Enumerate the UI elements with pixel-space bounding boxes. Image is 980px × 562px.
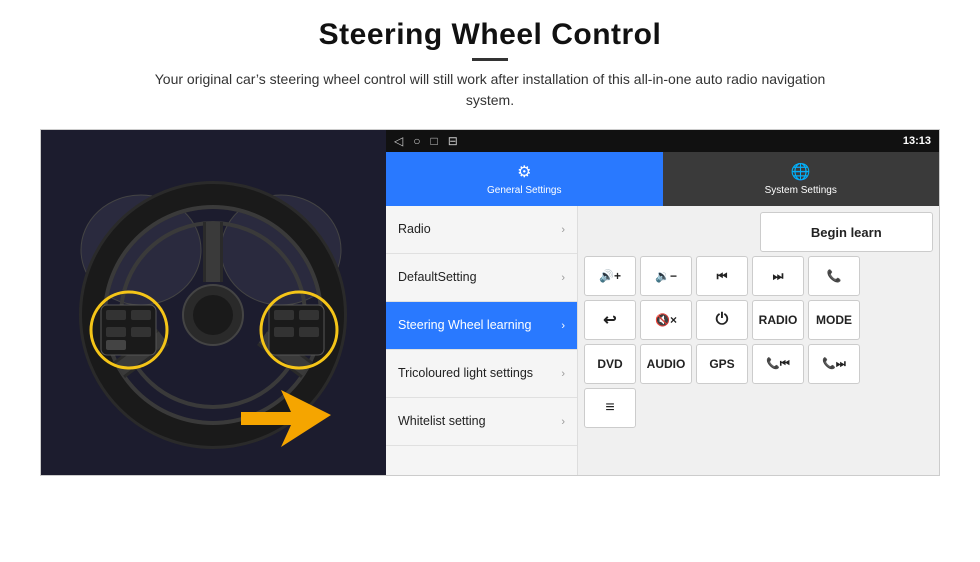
playlist-button[interactable]: ≡ [584, 388, 636, 428]
steering-wheel-image [41, 130, 386, 475]
controls-row-0: Begin learn [584, 212, 933, 252]
mute-button[interactable]: 🔇× [640, 300, 692, 340]
page-subtitle: Your original car’s steering wheel contr… [140, 69, 840, 111]
tab-general[interactable]: ⚙ General Settings [386, 152, 663, 206]
status-bar: ◁ ○ □ ⊟ 13:13 [386, 130, 939, 152]
page-title: Steering Wheel Control [140, 18, 840, 52]
title-section: Steering Wheel Control Your original car… [140, 18, 840, 123]
next-track-button[interactable]: ⏭ [752, 256, 804, 296]
chevron-icon: › [561, 320, 565, 332]
menu-item-whitelist[interactable]: Whitelist setting › [386, 398, 577, 446]
prev-track-icon: ⏮ [717, 269, 728, 284]
android-ui: ◁ ○ □ ⊟ 13:13 ⚙ General Settings 🌐 Syste… [386, 130, 939, 475]
status-time: 13:13 [903, 135, 931, 147]
vol-up-icon: 🔊+ [599, 269, 621, 283]
home-icon[interactable]: ○ [413, 134, 420, 148]
controls-row-2: ↩ 🔇× ⏻ RADIO MODE [584, 300, 933, 340]
vol-down-button[interactable]: 🔉− [640, 256, 692, 296]
menu-item-default[interactable]: DefaultSetting › [386, 254, 577, 302]
tel-prev-icon: 📞⏮ [766, 357, 790, 371]
status-icons: ◁ ○ □ ⊟ [394, 134, 458, 148]
tab-general-label: General Settings [487, 185, 562, 196]
chevron-icon: › [561, 368, 565, 380]
phone-answer-button[interactable]: 📞 [808, 256, 860, 296]
menu-item-radio[interactable]: Radio › [386, 206, 577, 254]
gps-button[interactable]: GPS [696, 344, 748, 384]
vol-down-icon: 🔉− [655, 269, 677, 283]
page-wrapper: Steering Wheel Control Your original car… [0, 0, 980, 562]
controls-row-3: DVD AUDIO GPS 📞⏮ 📞⏭ [584, 344, 933, 384]
steering-wheel-svg [41, 130, 386, 475]
mute-icon: 🔇× [655, 313, 677, 327]
menu-steering-label: Steering Wheel learning [398, 318, 561, 333]
tel-next-button[interactable]: 📞⏭ [808, 344, 860, 384]
audio-button[interactable]: AUDIO [640, 344, 692, 384]
controls-panel: Begin learn 🔊+ 🔉− ⏮ [578, 206, 939, 475]
chevron-icon: › [561, 416, 565, 428]
recent-icon[interactable]: □ [430, 134, 437, 148]
chevron-icon: › [561, 224, 565, 236]
hang-up-icon: ↩ [603, 310, 616, 330]
audio-label: AUDIO [647, 357, 686, 371]
controls-row-4: ≡ [584, 388, 933, 428]
tab-system[interactable]: 🌐 System Settings [663, 152, 940, 206]
radio-button[interactable]: RADIO [752, 300, 804, 340]
chevron-icon: › [561, 272, 565, 284]
menu-panel: Radio › DefaultSetting › Steering Wheel … [386, 206, 578, 475]
menu-item-steering[interactable]: Steering Wheel learning › [386, 302, 577, 350]
menu-whitelist-label: Whitelist setting [398, 414, 561, 429]
mode-button[interactable]: MODE [808, 300, 860, 340]
tel-prev-button[interactable]: 📞⏮ [752, 344, 804, 384]
prev-track-button[interactable]: ⏮ [696, 256, 748, 296]
menu-radio-label: Radio [398, 222, 561, 237]
general-settings-icon: ⚙ [517, 162, 531, 182]
gps-label: GPS [709, 357, 734, 371]
next-track-icon: ⏭ [773, 269, 784, 284]
vol-up-button[interactable]: 🔊+ [584, 256, 636, 296]
dvd-button[interactable]: DVD [584, 344, 636, 384]
menu-default-label: DefaultSetting [398, 270, 561, 285]
phone-answer-icon: 📞 [827, 269, 842, 283]
menu-item-tricoloured[interactable]: Tricoloured light settings › [386, 350, 577, 398]
controls-row-1: 🔊+ 🔉− ⏮ ⏭ 📞 [584, 256, 933, 296]
back-icon[interactable]: ◁ [394, 134, 403, 148]
menu-tricoloured-label: Tricoloured light settings [398, 366, 561, 381]
begin-learn-button[interactable]: Begin learn [760, 212, 934, 252]
dvd-label: DVD [597, 357, 622, 371]
radio-label: RADIO [759, 313, 798, 327]
power-icon: ⏻ [716, 311, 729, 329]
playlist-icon: ≡ [605, 399, 614, 417]
content-area: ◁ ○ □ ⊟ 13:13 ⚙ General Settings 🌐 Syste… [40, 129, 940, 476]
hang-up-button[interactable]: ↩ [584, 300, 636, 340]
tel-next-icon: 📞⏭ [822, 357, 846, 371]
menu-icon[interactable]: ⊟ [448, 134, 458, 148]
system-settings-icon: 🌐 [791, 162, 811, 182]
main-content: Radio › DefaultSetting › Steering Wheel … [386, 206, 939, 475]
tab-system-label: System Settings [765, 185, 837, 196]
title-divider [472, 58, 508, 61]
power-button[interactable]: ⏻ [696, 300, 748, 340]
mode-label: MODE [816, 313, 852, 327]
tab-bar: ⚙ General Settings 🌐 System Settings [386, 152, 939, 206]
